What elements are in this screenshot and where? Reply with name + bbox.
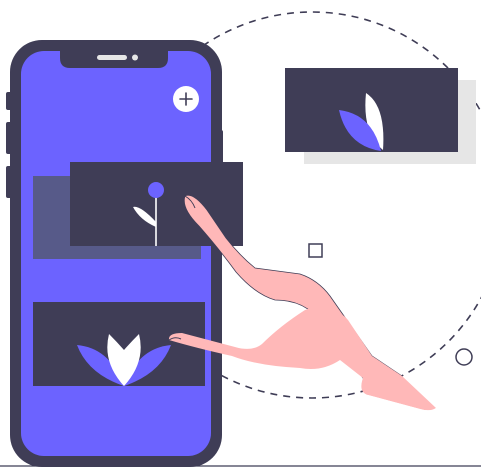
- add-button[interactable]: [173, 86, 199, 112]
- speaker-slot: [97, 55, 127, 60]
- front-camera: [132, 54, 138, 61]
- circle-outline-icon: [455, 348, 473, 366]
- gallery-card-bottom[interactable]: [33, 302, 205, 386]
- gallery-card-floating[interactable]: [285, 68, 476, 164]
- square-outline-icon: [308, 243, 323, 258]
- phone-gallery-illustration: [0, 11, 481, 467]
